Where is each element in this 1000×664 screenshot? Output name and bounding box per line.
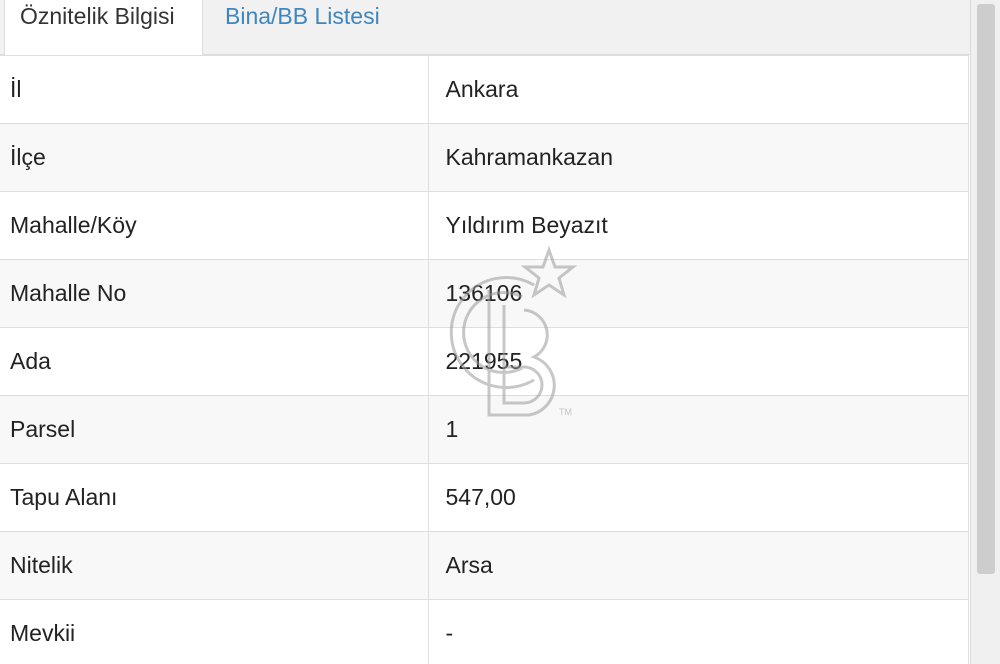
attribute-label: Mevkii — [0, 599, 429, 664]
tab-building-list[interactable]: Bina/BB Listesi — [205, 0, 425, 54]
attribute-value: 547,00 — [428, 463, 969, 532]
attribute-value: 221955 — [428, 327, 969, 396]
attribute-label: Ada — [0, 327, 429, 396]
table-row: İl Ankara — [0, 55, 969, 124]
attribute-value: - — [428, 599, 969, 664]
tab-attribute-info[interactable]: Öznitelik Bilgisi — [4, 0, 203, 55]
attribute-label: Parsel — [0, 395, 429, 464]
attribute-label: İl — [0, 55, 429, 124]
table-row: Tapu Alanı 547,00 — [0, 463, 969, 532]
vertical-scrollbar[interactable] — [970, 0, 1000, 664]
attribute-value: 136106 — [428, 259, 969, 328]
attribute-value: Yıldırım Beyazıt — [428, 191, 969, 260]
table-row: Ada 221955 — [0, 327, 969, 396]
attribute-value: 1 — [428, 395, 969, 464]
table-row: Parsel 1 — [0, 395, 969, 464]
attribute-label: İlçe — [0, 123, 429, 192]
table-row: Mahalle No 136106 — [0, 259, 969, 328]
attribute-label: Nitelik — [0, 531, 429, 600]
table-row: Mahalle/Köy Yıldırım Beyazıt — [0, 191, 969, 260]
attribute-label: Tapu Alanı — [0, 463, 429, 532]
attribute-table: İl Ankara İlçe Kahramankazan Mahalle/Köy… — [0, 55, 969, 664]
tab-bar: Öznitelik Bilgisi Bina/BB Listesi — [0, 0, 970, 55]
table-row: Nitelik Arsa — [0, 531, 969, 600]
attribute-label: Mahalle No — [0, 259, 429, 328]
table-row: İlçe Kahramankazan — [0, 123, 969, 192]
attribute-panel: Öznitelik Bilgisi Bina/BB Listesi İl Ank… — [0, 0, 1000, 664]
attribute-value: Ankara — [428, 55, 969, 124]
scrollbar-thumb[interactable] — [977, 4, 995, 574]
table-row: Mevkii - — [0, 599, 969, 664]
attribute-value: Arsa — [428, 531, 969, 600]
attribute-value: Kahramankazan — [428, 123, 969, 192]
attribute-label: Mahalle/Köy — [0, 191, 429, 260]
